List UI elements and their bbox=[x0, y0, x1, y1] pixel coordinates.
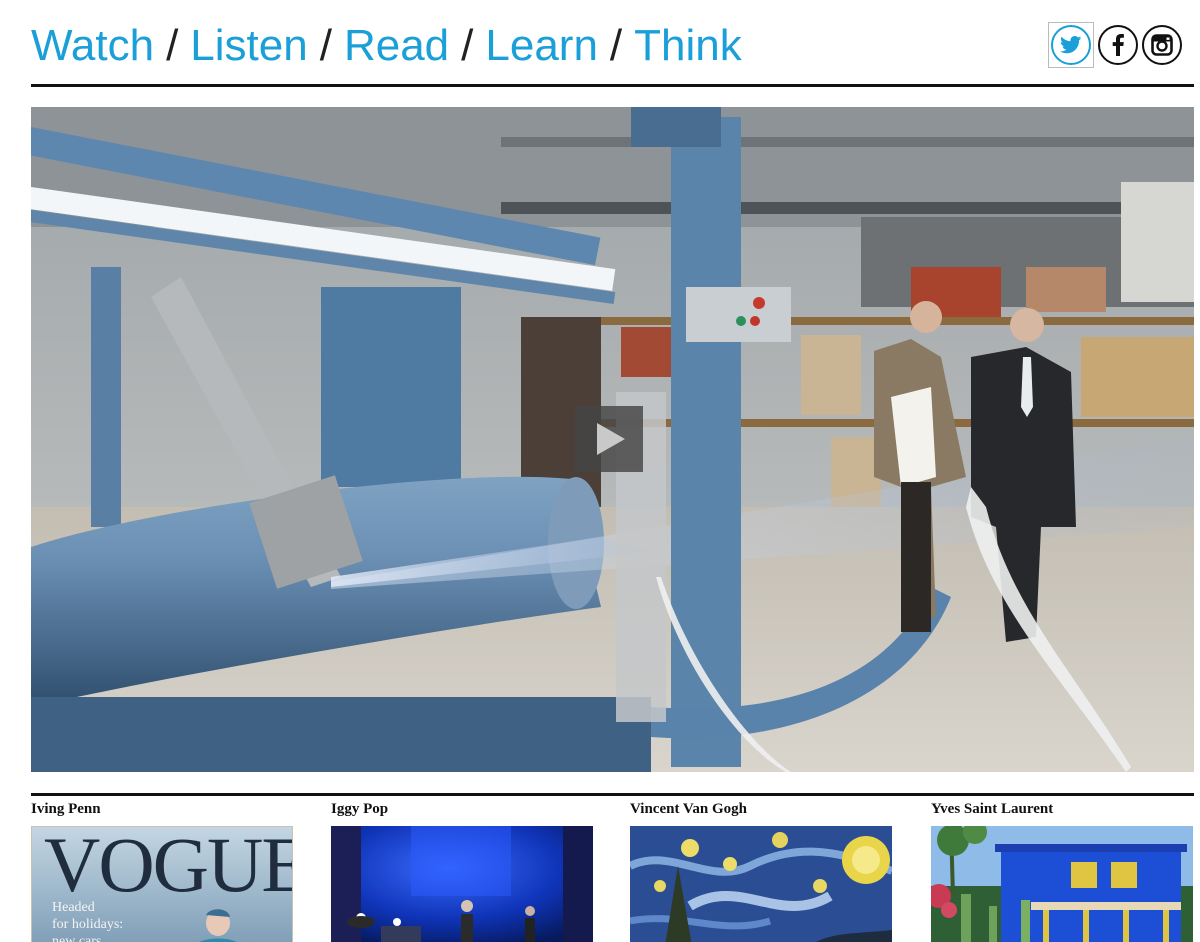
card-thumbnail[interactable] bbox=[931, 826, 1193, 942]
cover-line: new cars bbox=[52, 934, 102, 942]
cards-divider bbox=[31, 793, 1194, 796]
section-nav: Watch / Listen / Read / Learn / Think bbox=[31, 18, 742, 78]
cover-line: for holidays: bbox=[52, 917, 124, 932]
card-iggy-pop[interactable]: Iggy Pop bbox=[331, 800, 593, 942]
play-button[interactable] bbox=[575, 406, 643, 472]
card-iving-penn[interactable]: Iving Penn VOGUE Headed for holidays: ne… bbox=[31, 800, 293, 942]
nav-learn[interactable]: Learn bbox=[485, 21, 598, 70]
card-yves-saint-laurent[interactable]: Yves Saint Laurent bbox=[931, 800, 1193, 942]
starry-night-painting bbox=[630, 826, 892, 942]
twitter-icon bbox=[1060, 36, 1082, 54]
social-links bbox=[1048, 22, 1182, 68]
twitter-button[interactable] bbox=[1051, 25, 1091, 65]
play-icon bbox=[597, 423, 625, 455]
nav-separator: / bbox=[461, 21, 474, 70]
concert-stage bbox=[331, 826, 593, 942]
card-thumbnail[interactable] bbox=[331, 826, 593, 942]
nav-separator: / bbox=[166, 21, 179, 70]
card-title: Vincent Van Gogh bbox=[630, 801, 747, 817]
nav-separator: / bbox=[609, 21, 623, 70]
card-title: Iving Penn bbox=[31, 801, 101, 817]
vogue-masthead: VOGUE bbox=[44, 826, 293, 908]
featured-video[interactable] bbox=[31, 107, 1194, 772]
cover-line: Headed bbox=[52, 900, 95, 915]
card-thumbnail[interactable]: VOGUE Headed for holidays: new cars bbox=[31, 826, 293, 942]
card-title: Yves Saint Laurent bbox=[931, 801, 1054, 817]
nav-read[interactable]: Read bbox=[344, 21, 449, 70]
model-figure bbox=[199, 909, 237, 942]
facebook-icon bbox=[1112, 34, 1124, 56]
nav-listen[interactable]: Listen bbox=[190, 21, 307, 70]
nav-watch[interactable]: Watch bbox=[31, 21, 154, 70]
instagram-button[interactable] bbox=[1142, 25, 1182, 65]
nav-separator: / bbox=[319, 21, 332, 70]
header-divider bbox=[31, 84, 1194, 87]
card-title: Iggy Pop bbox=[331, 801, 389, 817]
vogue-cover-text: Headed for holidays: new cars bbox=[52, 899, 123, 942]
majorelle-garden-photo bbox=[931, 826, 1193, 942]
twitter-link-frame bbox=[1048, 22, 1094, 68]
facebook-button[interactable] bbox=[1098, 25, 1138, 65]
card-vincent-van-gogh[interactable]: Vincent Van Gogh bbox=[630, 800, 892, 942]
card-thumbnail[interactable] bbox=[630, 826, 892, 942]
nav-think[interactable]: Think bbox=[634, 21, 742, 70]
instagram-icon bbox=[1151, 34, 1173, 56]
